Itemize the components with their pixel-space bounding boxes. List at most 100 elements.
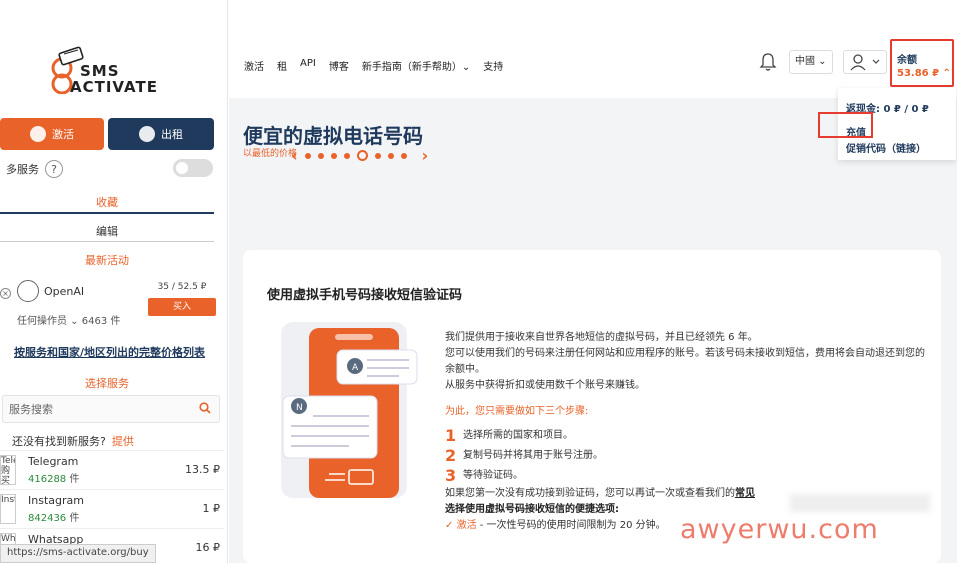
- service-count: 416288 件: [28, 470, 79, 485]
- steps-list: 1 选择所需的国家和项目。 2 复制号码并将其用于账号注册。 3 等待验证码。: [445, 426, 925, 486]
- step-text: 复制号码并将其用于账号注册。: [463, 450, 603, 461]
- close-icon[interactable]: ×: [0, 288, 11, 299]
- carousel-dot[interactable]: [343, 152, 350, 159]
- activate-tab-button[interactable]: 激活: [0, 118, 104, 150]
- language-select[interactable]: 中國 ⌄: [789, 50, 833, 74]
- latest-activity-label: 最新活动: [85, 254, 129, 267]
- service-row-instagram[interactable]: Insta Instagram 842436 件 1 ₽: [0, 489, 224, 527]
- operator-select[interactable]: 任何操作员 ⌄: [17, 316, 79, 327]
- phone-sms-illustration-icon: A N: [281, 322, 418, 498]
- choose-service-label: 选择服务: [85, 377, 129, 390]
- service-count-value: 842436: [28, 513, 67, 524]
- service-count: 842436 件: [28, 509, 79, 524]
- carousel-dot[interactable]: [400, 152, 407, 159]
- rent-tab-button[interactable]: 出租: [108, 118, 214, 150]
- not-found: 还没有找到新服务? 提供: [12, 433, 134, 449]
- carousel-dot-active[interactable]: [356, 150, 368, 161]
- promo-count: 6463 件: [81, 316, 121, 327]
- chevron-left-icon[interactable]: ‹: [291, 146, 298, 165]
- register-paragraph: 您可以使用我们的号码来注册任何网站和应用程序的账号。若该号码未接收到短信，费用将…: [445, 348, 925, 375]
- sidebar: SMS ACTIVATE 激活 出租 多服务 ? 收藏 编辑 最新活动 × Op…: [0, 0, 228, 563]
- logo[interactable]: SMS ACTIVATE: [50, 42, 170, 98]
- promo-row: × OpenAI 任何操作员 ⌄ 6463 件 35 / 52.5 ₽ 买入: [0, 276, 220, 328]
- earn-paragraph: 从服务中获得折扣或使用数千个账号来赚钱。: [445, 380, 645, 391]
- nav-item-support[interactable]: 支持: [483, 58, 503, 73]
- search-input[interactable]: [3, 396, 183, 422]
- rent-label: 出租: [161, 128, 183, 141]
- service-image: Insta: [0, 494, 16, 524]
- steps-intro: 为此，您只需要做如下三个步骤:: [445, 406, 589, 417]
- option-activate-name[interactable]: 激活: [457, 520, 477, 531]
- service-count-unit: 件: [69, 513, 80, 524]
- blurred-region: [790, 494, 930, 512]
- price-list-link[interactable]: 按服务和国家/地区列出的完整价格列表: [14, 344, 205, 360]
- hero-title: 便宜的虚拟电话号码: [243, 124, 423, 148]
- option-activate-text: - 一次性号码的使用时间限制为 20 分钟。: [476, 520, 666, 531]
- nav-item-blog[interactable]: 博客: [329, 58, 349, 73]
- rocket-icon: [139, 126, 155, 142]
- multi-service-label: 多服务: [6, 163, 39, 176]
- service-image: Tele 购买 短信: [0, 455, 16, 485]
- chevron-right-icon[interactable]: ›: [422, 146, 429, 165]
- nav-menu: 激活 租 API 博客 新手指南（新手帮助）⌄ 支持: [244, 58, 503, 73]
- service-search: [2, 395, 220, 423]
- svg-text:N: N: [296, 403, 303, 413]
- service-name: Telegram: [28, 455, 79, 468]
- openai-logo: [17, 280, 39, 302]
- promo-operator[interactable]: 任何操作员 ⌄ 6463 件: [17, 312, 120, 327]
- service-count-unit: 件: [69, 474, 80, 485]
- balance-label: 余额: [897, 55, 917, 66]
- step-number: 2: [445, 446, 457, 465]
- faq-link[interactable]: 常见: [735, 488, 755, 499]
- step-number: 3: [445, 466, 457, 485]
- service-row-telegram[interactable]: Tele 购买 短信 Telegram 416288 件 13.5 ₽: [0, 450, 224, 488]
- service-count-value: 416288: [28, 474, 67, 485]
- carousel-dot[interactable]: [387, 152, 394, 159]
- step-item: 3 等待验证码。: [445, 466, 925, 486]
- not-found-text: 还没有找到新服务?: [12, 435, 106, 448]
- promo-service-name: OpenAI: [44, 285, 85, 298]
- bell-icon[interactable]: [759, 52, 777, 72]
- service-price: 1 ₽: [202, 502, 221, 515]
- multi-service-toggle[interactable]: [173, 159, 213, 177]
- carousel-dot[interactable]: [317, 152, 324, 159]
- help-icon[interactable]: ?: [45, 160, 63, 178]
- buy-button[interactable]: 买入: [148, 298, 216, 316]
- user-menu[interactable]: [843, 50, 887, 74]
- check-icon: ✓: [445, 520, 454, 531]
- edit-tab[interactable]: 编辑: [0, 222, 214, 242]
- carousel-dot[interactable]: [304, 152, 311, 159]
- activate-label: 激活: [52, 128, 74, 141]
- status-url-bar: https://sms-activate.org/buy: [0, 544, 156, 563]
- service-name: Instagram: [28, 494, 84, 507]
- user-icon: [850, 54, 880, 71]
- suggest-link[interactable]: 提供: [112, 435, 134, 448]
- service-price: 13.5 ₽: [185, 463, 220, 476]
- step-text: 选择所需的国家和项目。: [463, 430, 573, 441]
- retry-sentence: 如果您第一次没有成功接到验证码，您可以再试一次或查看我们的: [445, 488, 735, 499]
- recharge-highlight: [818, 112, 873, 138]
- intro-paragraph: 我们提供用于接收来自世界各地短信的虚拟号码，并且已经领先 6 年。: [445, 332, 758, 343]
- nav-item-rent[interactable]: 租: [277, 58, 287, 73]
- watermark: awyerwu.com: [680, 514, 879, 545]
- step-number: 1: [445, 426, 457, 445]
- carousel-dot[interactable]: [330, 152, 337, 159]
- favorites-tab[interactable]: 收藏: [0, 192, 214, 214]
- carousel-dot[interactable]: [374, 152, 381, 159]
- step-item: 1 选择所需的国家和项目。: [445, 426, 925, 446]
- logo-text-activate: ACTIVATE: [70, 78, 158, 96]
- step-text: 等待验证码。: [463, 470, 523, 481]
- nav-item-guide[interactable]: 新手指南（新手帮助）⌄: [362, 58, 470, 73]
- promo-code-item[interactable]: 促销代码（链接）: [846, 140, 926, 155]
- nav-item-api[interactable]: API: [300, 58, 316, 73]
- step-item: 2 复制号码并将其用于账号注册。: [445, 446, 925, 466]
- rocket-icon: [30, 126, 46, 142]
- card-title: 使用虚拟手机号码接收短信验证码: [267, 288, 463, 303]
- balance-value: 53.86 ₽ ⌃: [897, 68, 951, 79]
- balance-box[interactable]: 余额 53.86 ₽ ⌃: [890, 39, 954, 87]
- nav-item-activate[interactable]: 激活: [244, 58, 264, 73]
- search-icon[interactable]: [199, 402, 211, 414]
- service-price: 16 ₽: [195, 541, 221, 554]
- carousel-dots: ‹ ›: [291, 146, 428, 165]
- multi-service: 多服务 ?: [6, 160, 63, 178]
